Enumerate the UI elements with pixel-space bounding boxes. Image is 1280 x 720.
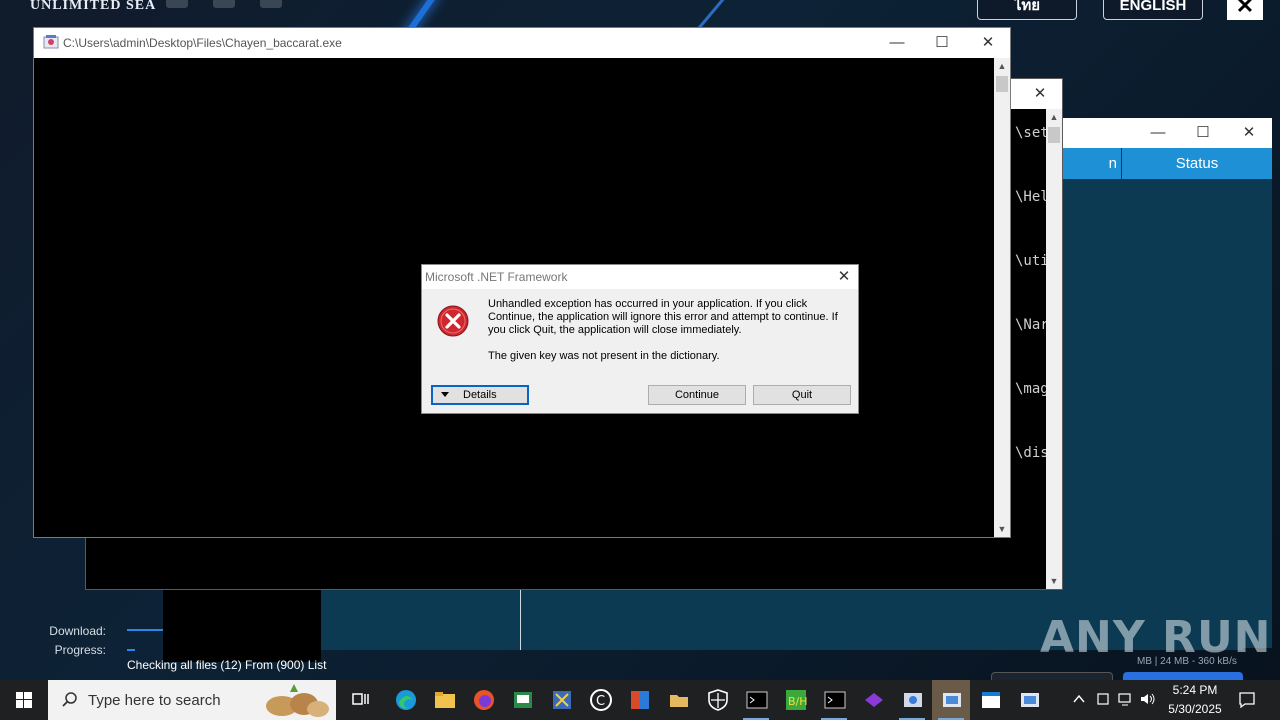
console-output: \set \Hel \uti \Nar \mag \dis [1015, 125, 1049, 509]
vertical-scrollbar[interactable]: ▲ ▼ [1046, 109, 1062, 589]
scroll-thumb[interactable] [1048, 127, 1060, 143]
chevron-up-icon[interactable] [1072, 692, 1086, 706]
app-icon[interactable] [1010, 680, 1048, 720]
taskbar: Type here to search C B/H [0, 680, 1280, 720]
download-label: Download: [49, 624, 106, 638]
terminal-icon[interactable] [737, 680, 775, 720]
scroll-up-arrow[interactable]: ▲ [1046, 109, 1062, 125]
thai-language-button[interactable]: ไทย [977, 0, 1077, 20]
app-icon[interactable] [893, 680, 931, 720]
scroll-thumb[interactable] [996, 76, 1008, 92]
vertical-scrollbar[interactable]: ▲ ▼ [994, 58, 1010, 537]
download-progress-bar [127, 629, 163, 631]
svg-text:B/H: B/H [788, 695, 807, 708]
notifications-icon[interactable] [1238, 691, 1256, 709]
panel-divider [520, 590, 521, 650]
console-line: \Nar [1015, 317, 1049, 333]
minimize-button[interactable]: — [874, 28, 920, 58]
dialog-titlebar: Microsoft .NET Framework ✕ [422, 265, 858, 289]
edge-browser-icon[interactable] [386, 680, 424, 720]
search-icon [62, 692, 77, 707]
window-title: C:\Users\admin\Desktop\Files\Chayen_bacc… [63, 36, 342, 50]
svg-text:C: C [596, 694, 605, 709]
terminal-icon[interactable] [815, 680, 853, 720]
windows-start-icon[interactable] [0, 680, 48, 720]
app-icon-active[interactable] [932, 680, 970, 720]
app-icon[interactable] [620, 680, 658, 720]
checking-status-text: Checking all files (12) From (900) List [127, 658, 327, 672]
launcher-close-button[interactable]: ✕ [1227, 0, 1263, 20]
continue-button[interactable]: Continue [648, 385, 746, 405]
app-icon[interactable] [854, 680, 892, 720]
launcher-logo: UNLIMITED SEA [30, 0, 157, 13]
dialog-title: Microsoft .NET Framework [425, 270, 568, 284]
dialog-close-button[interactable]: ✕ [834, 267, 854, 287]
scroll-down-arrow[interactable]: ▼ [994, 521, 1010, 537]
error-icon [437, 305, 469, 337]
app-icon[interactable] [971, 680, 1009, 720]
scroll-up-arrow[interactable]: ▲ [994, 58, 1010, 74]
console-titlebar: C:\Users\admin\Desktop\Files\Chayen_bacc… [34, 28, 1010, 58]
anyrun-watermark: ANY RUN [1040, 612, 1272, 663]
quit-button[interactable]: Quit [753, 385, 851, 405]
progress-label: Progress: [54, 643, 106, 657]
column-header-status[interactable]: Status [1122, 148, 1272, 179]
error-detail: The given key was not present in the dic… [488, 350, 720, 362]
maximize-button[interactable]: ☐ [919, 28, 965, 58]
chevron-down-icon [441, 392, 449, 397]
search-highlight-image [266, 684, 329, 717]
english-language-button[interactable]: ENGLISH [1103, 0, 1203, 20]
file-explorer-icon[interactable] [425, 680, 463, 720]
search-placeholder: Type here to search [88, 692, 221, 709]
error-dialog: Microsoft .NET Framework ✕ Unhandled exc… [421, 264, 859, 414]
console-line: \dis [1015, 445, 1049, 461]
console-line: \mag [1015, 381, 1049, 397]
launcher-header-icon[interactable] [166, 0, 188, 8]
close-button[interactable]: ✕ [1017, 79, 1063, 109]
launcher-header-icon[interactable] [213, 0, 235, 8]
details-button[interactable]: Details [431, 385, 529, 405]
firefox-icon[interactable] [464, 680, 502, 720]
app-icon [43, 35, 59, 49]
overall-progress-bar [127, 649, 135, 651]
details-button-label: Details [463, 389, 497, 401]
task-view-icon[interactable] [341, 680, 379, 720]
scroll-down-arrow[interactable]: ▼ [1046, 573, 1062, 589]
console-line: \set [1015, 125, 1049, 141]
app-icon[interactable] [503, 680, 541, 720]
console-line: \uti [1015, 253, 1049, 269]
tools-icon[interactable] [542, 680, 580, 720]
clock-date[interactable]: 5/30/2025 [1150, 702, 1240, 716]
security-shield-icon[interactable] [698, 680, 736, 720]
console-line: \Hel [1015, 189, 1049, 205]
folder-icon[interactable] [659, 680, 697, 720]
maximize-button[interactable]: ☐ [1180, 118, 1226, 148]
app-icon[interactable]: B/H [776, 680, 814, 720]
launcher-header-icon[interactable] [260, 0, 282, 8]
taskbar-search-box[interactable]: Type here to search [48, 680, 336, 720]
close-button[interactable]: ✕ [965, 28, 1011, 58]
clock-time[interactable]: 5:24 PM [1150, 683, 1240, 697]
close-button[interactable]: ✕ [1226, 118, 1272, 148]
error-message: Unhandled exception has occurred in your… [488, 298, 838, 336]
webcam-icon[interactable] [1096, 692, 1110, 706]
network-icon[interactable] [1118, 692, 1134, 706]
minimize-button[interactable]: — [1135, 118, 1181, 148]
launcher-panel [163, 590, 321, 662]
ccleaner-icon[interactable]: C [581, 680, 619, 720]
